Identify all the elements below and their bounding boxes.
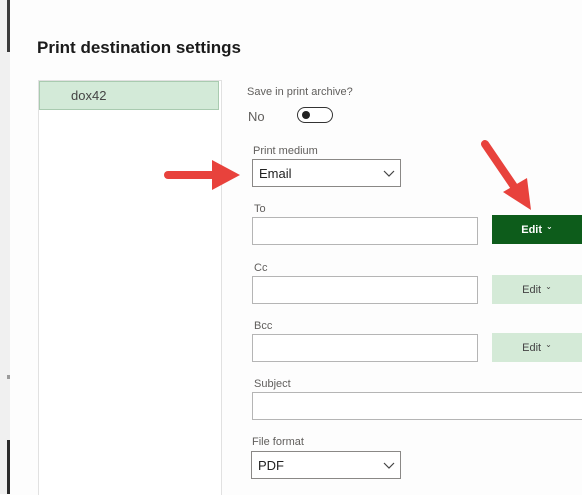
left-edge-accent <box>7 0 10 52</box>
archive-toggle[interactable] <box>297 107 333 123</box>
bcc-edit-button[interactable]: Edit ⌄ <box>492 333 582 362</box>
chevron-down-icon <box>383 170 395 177</box>
file-format-select[interactable]: PDF <box>251 451 401 479</box>
archive-label: Save in print archive? <box>247 86 353 98</box>
print-medium-label: Print medium <box>253 145 318 157</box>
to-input[interactable] <box>252 217 478 245</box>
archive-value: No <box>248 109 265 124</box>
cc-input[interactable] <box>252 276 478 304</box>
to-label: To <box>254 203 266 215</box>
red-arrow-icon <box>164 160 240 190</box>
left-edge-tick <box>7 375 10 379</box>
file-format-label: File format <box>252 436 304 448</box>
caret-down-icon: ⌄ <box>546 222 553 231</box>
list-item-dox42[interactable]: dox42 <box>39 81 219 110</box>
bcc-label: Bcc <box>254 320 273 332</box>
destination-list: dox42 <box>38 80 222 495</box>
bcc-input[interactable] <box>252 334 478 362</box>
list-item-label: dox42 <box>71 88 107 103</box>
toggle-knob <box>302 111 310 119</box>
print-medium-value: Email <box>259 166 292 181</box>
caret-down-icon: ⌄ <box>545 282 552 291</box>
subject-input[interactable] <box>252 392 582 420</box>
bcc-edit-label: Edit <box>522 341 542 354</box>
cc-label: Cc <box>254 262 268 274</box>
page-title: Print destination settings <box>37 38 242 57</box>
subject-label: Subject <box>254 378 291 390</box>
left-edge-bottom <box>7 440 10 494</box>
left-edge-bar <box>0 0 10 494</box>
cc-edit-label: Edit <box>522 283 542 296</box>
chevron-down-icon <box>383 462 395 469</box>
cc-edit-button[interactable]: Edit ⌄ <box>492 275 582 304</box>
print-medium-select[interactable]: Email <box>252 159 401 187</box>
caret-down-icon: ⌄ <box>545 340 552 349</box>
red-arrow-icon <box>481 140 531 210</box>
file-format-value: PDF <box>258 458 284 473</box>
to-edit-button[interactable]: Edit ⌄ <box>492 215 582 244</box>
to-edit-label: Edit <box>521 223 543 236</box>
